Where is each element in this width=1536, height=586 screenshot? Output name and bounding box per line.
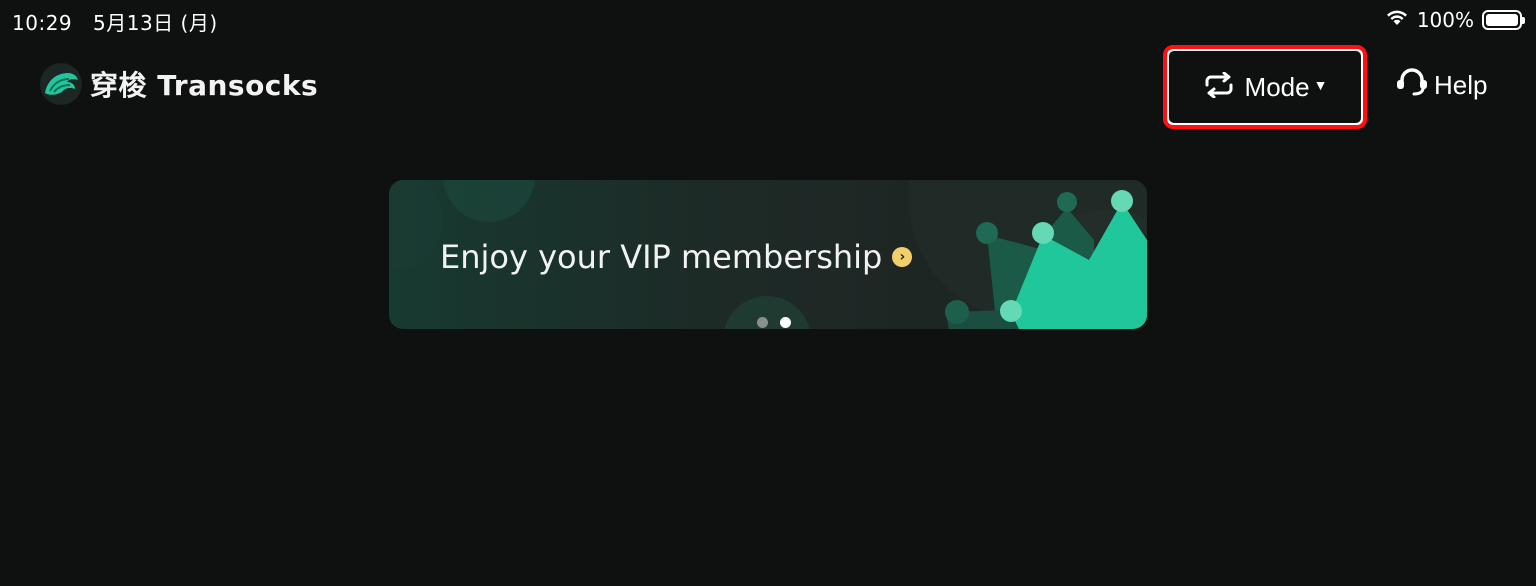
banner-title: Enjoy your VIP membership › [440, 238, 913, 276]
headset-icon [1394, 67, 1430, 104]
status-time-date: 10:29 5月13日 (月) [12, 7, 218, 36]
swap-arrows-icon [1203, 71, 1235, 103]
wifi-icon [1385, 7, 1409, 32]
carousel-dots [757, 317, 791, 328]
mode-button[interactable]: Mode ▼ [1163, 45, 1367, 129]
chevron-right-icon: › [892, 247, 913, 267]
battery-icon [1482, 9, 1525, 30]
carousel-dot-2[interactable] [780, 317, 791, 328]
help-label: Help [1434, 70, 1488, 100]
status-time: 10:29 [12, 11, 73, 35]
status-bar: 10:29 5月13日 (月) 100% [0, 0, 1536, 40]
banner-title-text: Enjoy your VIP membership [440, 238, 883, 276]
vip-banner[interactable]: Enjoy your VIP membership › [389, 180, 1147, 329]
battery-percent: 100% [1416, 7, 1474, 32]
brand: 穿梭 Transocks [40, 63, 318, 105]
app-header: 穿梭 Transocks Mode ▼ Help [0, 45, 1536, 129]
caret-down-icon: ▼ [1313, 77, 1328, 93]
help-button[interactable]: Help [1394, 67, 1487, 104]
transocks-logo [40, 63, 82, 105]
mode-label: Mode [1244, 71, 1310, 102]
carousel-dot-1[interactable] [757, 317, 768, 328]
brand-name: 穿梭 Transocks [90, 69, 319, 102]
status-indicators: 100% [1385, 7, 1525, 32]
status-date: 5月13日 (月) [93, 11, 218, 35]
